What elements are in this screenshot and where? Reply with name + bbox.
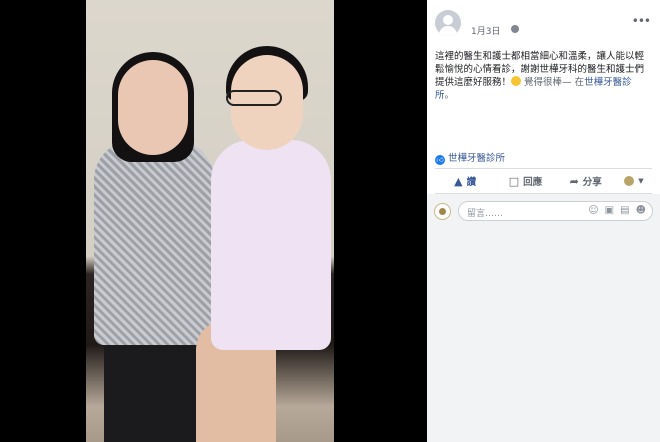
location-suffix: 。	[444, 90, 455, 101]
speech-bubble-icon: □	[508, 174, 520, 188]
gif-icon[interactable]: ▤	[620, 205, 629, 217]
comment-input[interactable]: 留言…… ☺ ▣ ▤ ☻	[458, 201, 653, 221]
like-label: 讚	[466, 177, 477, 188]
feeling-label: 覺得很棒	[524, 77, 563, 88]
comment-tools: ☺ ▣ ▤ ☻	[588, 205, 646, 217]
more-dots-icon[interactable]: •••	[632, 14, 651, 28]
glasses	[226, 90, 282, 106]
liker-name[interactable]: 世樺牙醫診所	[448, 153, 505, 164]
commenter-avatar	[434, 203, 451, 220]
camera-icon[interactable]: ▣	[605, 205, 614, 217]
location-prefix: — 在	[562, 77, 585, 88]
post-date[interactable]: 1月3日	[471, 24, 500, 37]
comment-label: 回應	[523, 177, 543, 188]
person-right-uniform	[211, 140, 331, 350]
post-actions: ▲ 讚 □ 回應 ➦ 分享 ▼	[435, 171, 652, 191]
like-badge-icon: 👍︎	[435, 155, 445, 165]
emoji-icon	[511, 76, 522, 86]
author-avatar[interactable]	[435, 10, 461, 36]
page-selector-button[interactable]: ▼	[616, 171, 652, 191]
share-arrow-icon: ➦	[569, 174, 579, 188]
person-left-face	[118, 60, 188, 155]
page-avatar	[624, 176, 635, 186]
person-left-jacket	[94, 140, 214, 345]
sticker-icon[interactable]: ☻	[636, 205, 646, 217]
globe-icon[interactable]	[511, 25, 519, 33]
post-text: 這裡的醫生和護士都相當細心和溫柔，讓人能以輕鬆愉悅的心情看診，謝謝世樺牙科的醫生…	[435, 50, 649, 102]
thumbs-up-icon: ▲	[454, 174, 463, 188]
reaction-summary[interactable]: 👍︎ 世樺牙醫診所	[435, 150, 505, 165]
comment-button[interactable]: □ 回應	[495, 171, 555, 191]
post-header: 1月3日 •••	[435, 10, 652, 40]
comment-placeholder: 留言……	[467, 209, 504, 219]
share-label: 分享	[582, 177, 602, 188]
share-button[interactable]: ➦ 分享	[556, 171, 616, 191]
post-side-panel: 1月3日 ••• 這裡的醫生和護士都相當細心和溫柔，讓人能以輕鬆愉悅的心情看診，…	[427, 0, 660, 442]
emoji-icon[interactable]: ☺	[588, 205, 598, 217]
like-button[interactable]: ▲ 讚	[435, 171, 495, 191]
post-photo-viewer[interactable]	[0, 0, 427, 442]
caret-down-icon: ▼	[638, 177, 644, 185]
divider	[435, 168, 652, 169]
comment-area: 留言…… ☺ ▣ ▤ ☻	[427, 194, 660, 442]
post-photo[interactable]	[86, 0, 334, 442]
